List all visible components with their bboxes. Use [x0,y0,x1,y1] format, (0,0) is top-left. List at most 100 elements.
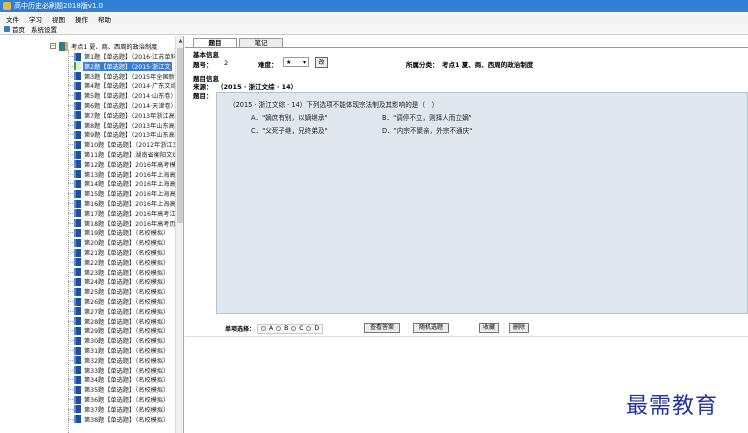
radio-c[interactable] [291,326,297,331]
tree-item[interactable]: 第13题【单选题】2016年上海高考 [68,170,175,179]
tree-item[interactable]: 第26题【单选题】（名校模拟） [68,297,170,306]
tree-item[interactable]: 第20题【单选题】（名校模拟） [68,238,170,247]
book-icon [74,297,81,306]
tree-item[interactable]: 第3题【单选题】（2015年全国新课 [68,72,175,81]
question-body: （2015 · 浙江文综 · 14）下列选项不能体现宗法制及其影响的是（ ） A… [216,92,748,314]
tree-item-label: 第17题【单选题】2016年高考江苏 [84,210,175,218]
tree-scrollbar[interactable]: ▲ [175,36,183,433]
favorite-button[interactable]: 收藏 [479,323,499,333]
tree-item[interactable]: 第22题【单选题】（名校模拟） [68,258,170,267]
tree-item-label: 第21题【单选题】（名校模拟） [84,250,170,257]
tree-item[interactable]: 第2题【单选题】（2015·浙江文 [68,61,172,71]
radio-a-label: A [269,325,274,332]
modify-button[interactable]: 改 [315,57,328,68]
tree-connector-dash [68,261,73,263]
tree-connector-dash [68,203,73,204]
tree-item[interactable]: 第16题【单选题】2016年上海高考 [68,199,175,208]
tree-item-label: 第38题【单选题】（名校模拟） [84,416,170,424]
tree-connector-dash [68,65,73,67]
radio-b[interactable] [276,326,282,331]
tree-item-label: 第22题【单选题】（名校模拟） [84,259,170,267]
view-answer-button[interactable]: 查看答案 [364,323,400,333]
tree-item[interactable]: 第33题【单选题】（名校模拟） [68,366,170,375]
tree-item-label: 第25题【单选题】（名校模拟） [84,289,170,297]
tree-item[interactable]: 第28题【单选题】（名校模拟） [68,317,170,326]
random-question-button[interactable]: 随机选题 [413,323,449,333]
tab-notes[interactable]: 笔记 [239,38,283,47]
tab-question[interactable]: 题目 [193,38,237,47]
tree-item[interactable]: 第27题【单选题】（名校模拟） [68,307,170,316]
book-icon [74,405,81,414]
delete-button[interactable]: 删除 [509,323,529,333]
tree-item-label: 第19题【单选题】（名校模拟） [84,230,170,238]
collapse-icon[interactable]: − [50,43,56,49]
tree-item[interactable]: 第29题【单选题】（名校模拟） [68,326,170,335]
tree-item[interactable]: 第4题【单选题】（2014·广东文综 [68,81,175,90]
tree-connector-dash [68,408,73,410]
book-icon [74,160,81,169]
menu-view[interactable]: 视图 [52,14,65,24]
tree-item[interactable]: 第32题【单选题】（名校模拟） [68,356,170,365]
home-button[interactable]: 首页 [4,24,25,34]
tree-item[interactable]: 第14题【单选题】2016年上海高考 [68,179,175,188]
tree-item-label: 第10题【单选题】（2012年浙江文 [84,142,175,150]
radio-a[interactable] [261,326,267,331]
tree-item[interactable]: 第37题【单选题】（名校模拟） [68,405,170,414]
book-icon [74,336,81,345]
scroll-up-icon[interactable]: ▲ [177,38,183,45]
option-a: A．"嫡庶有别，以嫡继承" [251,114,328,122]
book-icon [74,258,81,267]
chevron-down-icon: ▾ [302,58,306,66]
tree-item[interactable]: 第25题【单选题】（名校模拟） [68,287,170,296]
tree-item[interactable]: 第1题【单选题】（2016·江苏单科 [68,52,175,61]
tree-item[interactable]: 第21题【单选题】（名校模拟） [68,248,170,257]
settings-button[interactable]: 系统设置 [31,24,57,34]
tree-item[interactable]: 第18题【单选题】2016年高考历史 [68,219,175,228]
tree-item[interactable]: 第36题【单选题】（名校模拟） [68,395,170,404]
tree-item[interactable]: 第12题【单选题】2016年高考模拟 [68,160,175,169]
tree-item-label: 第32题【单选题】（名校模拟） [84,357,170,365]
tree-connector-dash [68,173,73,175]
question-tree: − 考点1 夏、商、西周的政治制度 第1题【单选题】（2016·江苏单科 第2题【… [0,36,184,433]
menu-file[interactable]: 文件 [6,14,19,24]
difficulty-select[interactable]: ★ ▾ [283,57,309,67]
tree-connector-dash [68,183,73,185]
tree-item[interactable]: 第8题【单选题】（2013年山东高考 [68,121,175,130]
book-icon [74,395,81,404]
tree-item[interactable]: 第6题【单选题】（2014·天津卷） [68,101,175,110]
tree-item[interactable]: 第34题【单选题】（名校模拟） [68,375,170,384]
tree-item[interactable]: 第10题【单选题】（2012年浙江文 [68,140,175,149]
tree-item[interactable]: 第30题【单选题】（名校模拟） [68,336,170,345]
tree-item[interactable]: 第38题【单选题】（名校模拟） [68,415,170,424]
menu-help[interactable]: 帮助 [98,14,111,24]
tree-item[interactable]: 第15题【单选题】2016年上海高考 [68,189,175,198]
tree-item[interactable]: 第19题【单选题】（名校模拟） [68,228,170,237]
menu-operate[interactable]: 操作 [75,14,88,24]
tree-item[interactable]: 第5题【单选题】（2014·山东卷） [68,91,175,100]
tree-item-label: 第27题【单选题】（名校模拟） [84,308,170,316]
tree-item[interactable]: 第24题【单选题】（名校模拟） [68,277,170,286]
tree-item-label: 第1题【单选题】（2016·江苏单科 [84,54,175,61]
tree-item[interactable]: 第9题【单选题】（2013年山东高考 [68,130,175,139]
radio-d[interactable] [306,326,312,331]
tree-item[interactable]: 第35题【单选题】（名校模拟） [68,385,170,394]
tree-connector-dash [68,399,73,400]
tree-item[interactable]: 第31题【单选题】（名校模拟） [68,346,170,355]
books-icon [59,41,68,51]
tree-connector-dash [68,369,73,371]
tree-item[interactable]: 第23题【单选题】（名校模拟） [68,268,170,277]
tree-connector-dash [68,242,73,244]
book-icon [74,317,81,326]
menu-study[interactable]: 学习 [29,14,42,24]
scroll-thumb[interactable] [177,48,183,223]
book-icon [74,130,81,139]
tree-item[interactable]: 第7题【单选题】（2013年浙江高考 [68,111,175,120]
watermark: 最需教育 [626,394,719,419]
tree-item[interactable]: 第11题【单选题】湖南省衡阳文综 [68,150,175,159]
tree-root[interactable]: − 考点1 夏、商、西周的政治制度 [50,41,157,51]
tree-connector-dash [68,105,73,106]
question-stem: （2015 · 浙江文综 · 14）下列选项不能体现宗法制及其影响的是（ ） [229,101,439,109]
tree-connector-dash [68,271,73,273]
tree-connector-dash [68,379,73,381]
tree-item[interactable]: 第17题【单选题】2016年高考江苏 [68,209,175,218]
